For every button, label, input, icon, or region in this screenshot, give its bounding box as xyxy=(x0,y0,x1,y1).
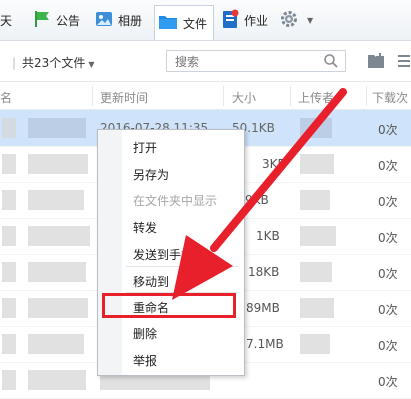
annotation-arrow xyxy=(172,88,347,300)
